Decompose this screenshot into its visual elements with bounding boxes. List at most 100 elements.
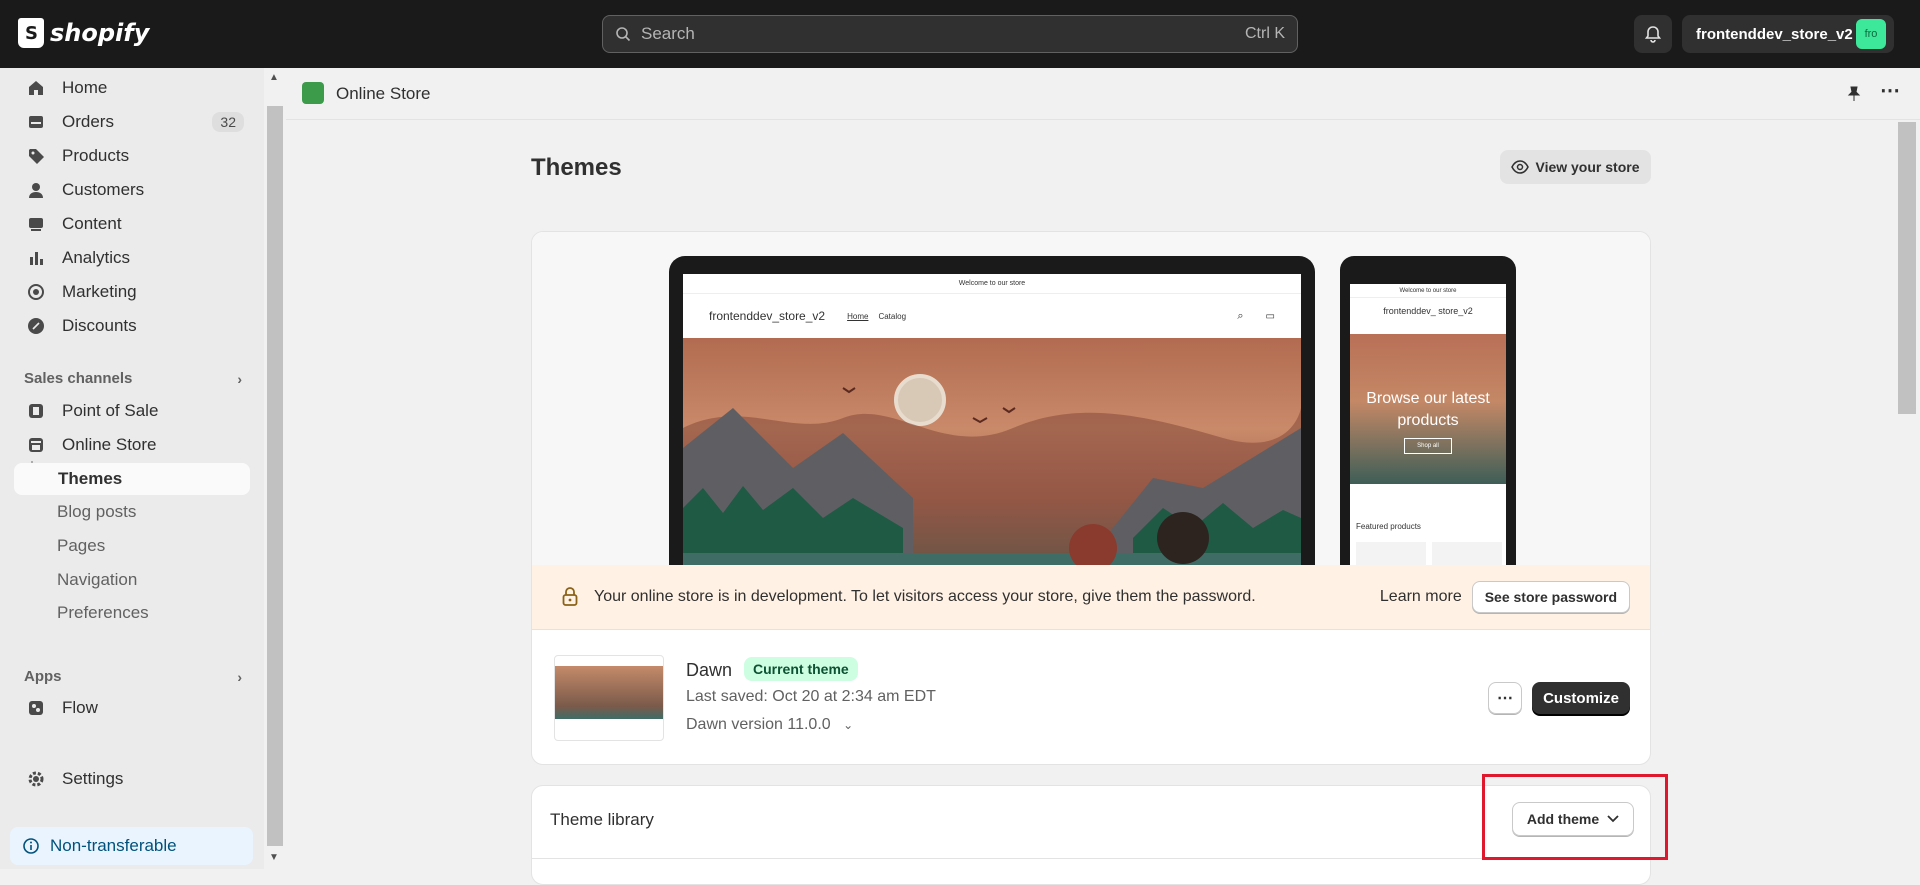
orders-icon: [26, 112, 46, 132]
sidebar-item-blog-posts[interactable]: Blog posts: [57, 502, 136, 522]
more-actions-icon[interactable]: ⋯: [1880, 78, 1900, 103]
sidebar-item-label: Products: [62, 146, 130, 165]
preview-nav-catalog: Catalog: [878, 311, 907, 321]
sidebar-item-home[interactable]: Home: [14, 72, 250, 104]
info-icon: [23, 838, 39, 854]
sidebar-item-online-store[interactable]: Online Store: [14, 429, 250, 461]
sidebar-item-analytics[interactable]: Analytics: [14, 242, 250, 274]
sidebar-item-point-of-sale[interactable]: Point of Sale: [14, 395, 250, 427]
page-title: Themes: [531, 154, 622, 181]
sidebar-item-products[interactable]: Products: [14, 140, 250, 172]
page-header-title: Online Store: [336, 84, 431, 103]
preview-product-tile: [1356, 542, 1426, 565]
highlight-box: [1482, 774, 1668, 860]
shopify-bag-icon: [18, 18, 44, 48]
preview-hero-image: [683, 338, 1301, 565]
preview-phone-announcement: Welcome to our store: [1350, 284, 1506, 298]
apps-header[interactable]: Apps ›: [24, 668, 242, 685]
sidebar-item-label: Home: [62, 78, 108, 97]
preview-product-tile: [1432, 542, 1502, 565]
chevron-down-icon: ⌄: [843, 718, 854, 732]
theme-version: Dawn version 11.0.0: [686, 716, 831, 733]
sidebar-item-marketing[interactable]: Marketing: [14, 276, 250, 308]
sidebar-item-preferences[interactable]: Preferences: [57, 603, 149, 623]
view-store-label: View your store: [1535, 159, 1640, 175]
section-label: Sales channels: [24, 370, 133, 387]
bell-icon: [1644, 26, 1662, 43]
mobile-preview: Welcome to our store frontenddev_ store_…: [1340, 256, 1516, 565]
target-icon: [26, 282, 46, 302]
preview-phone-hero: Browse our latest products Shop all: [1350, 334, 1506, 484]
sidebar-item-customers[interactable]: Customers: [14, 174, 250, 206]
theme-actions-button[interactable]: ⋯: [1488, 682, 1522, 714]
theme-last-saved: Last saved: Oct 20 at 2:34 am EDT: [686, 688, 936, 705]
search-placeholder: Search: [641, 24, 695, 43]
scroll-down-arrow-icon[interactable]: ▼: [269, 852, 279, 863]
theme-version-toggle[interactable]: Dawn version 11.0.0 ⌄: [686, 716, 853, 734]
chevron-right-icon: ›: [237, 668, 242, 685]
logo-text: shopify: [50, 19, 150, 47]
current-theme-row: Dawn Current theme Last saved: Oct 20 at…: [532, 629, 1650, 764]
view-store-button[interactable]: View your store: [1500, 150, 1651, 184]
top-bar: shopify Search Ctrl K frontenddev_store_…: [0, 0, 1920, 68]
sidebar-item-themes[interactable]: Themes: [14, 463, 250, 495]
flow-icon: [26, 698, 46, 718]
sidebar-item-orders[interactable]: Orders 32: [14, 106, 250, 138]
preview-phone-featured: Featured products: [1356, 522, 1421, 531]
sidebar-scrollbar[interactable]: ▲ ▼: [264, 68, 286, 869]
search-input[interactable]: Search Ctrl K: [602, 15, 1298, 53]
theme-library-title: Theme library: [550, 810, 654, 829]
theme-name: Dawn: [686, 660, 733, 680]
see-store-password-button[interactable]: See store password: [1471, 581, 1630, 613]
shopify-logo[interactable]: shopify: [18, 18, 149, 48]
sidebar-item-settings[interactable]: Settings: [14, 763, 250, 795]
preview-cart-icon: ▭: [1265, 310, 1275, 322]
sidebar-item-label: Point of Sale: [62, 401, 159, 420]
sidebar-item-navigation[interactable]: Navigation: [57, 570, 137, 590]
avatar: fro: [1856, 19, 1886, 49]
sidebar-item-flow[interactable]: Flow: [14, 692, 250, 724]
section-label: Apps: [24, 668, 62, 685]
development-banner: Your online store is in development. To …: [532, 565, 1650, 629]
theme-preview[interactable]: Welcome to our store frontenddev_store_v…: [532, 232, 1650, 565]
sidebar-item-discounts[interactable]: Discounts: [14, 310, 250, 342]
tag-icon: [26, 146, 46, 166]
search-icon: [616, 27, 631, 42]
preview-phone-store-name: frontenddev_ store_v2: [1383, 306, 1473, 316]
notifications-button[interactable]: [1634, 15, 1672, 53]
preview-search-icon: ⌕: [1237, 309, 1244, 322]
theme-thumbnail[interactable]: [554, 655, 664, 741]
sidebar: Home Orders 32 Products Customers Conten…: [0, 68, 264, 869]
current-theme-card: Welcome to our store frontenddev_store_v…: [531, 231, 1651, 765]
home-icon: [26, 78, 46, 98]
sales-channels-header[interactable]: Sales channels ›: [24, 370, 242, 387]
content-icon: [26, 214, 46, 234]
account-menu-button[interactable]: frontenddev_store_v2 fro: [1682, 15, 1894, 53]
bar-chart-icon: [26, 248, 46, 268]
lock-icon: [562, 587, 578, 606]
scrollbar-thumb[interactable]: [1898, 122, 1916, 414]
learn-more-link[interactable]: Learn more: [1380, 588, 1462, 606]
store-icon: [26, 435, 46, 455]
customize-button[interactable]: Customize: [1532, 682, 1630, 714]
sidebar-item-label: Analytics: [62, 248, 131, 267]
pin-icon[interactable]: [1846, 86, 1862, 102]
main-scrollbar[interactable]: [1896, 120, 1918, 869]
preview-phone-shop-all: Shop all: [1404, 438, 1452, 454]
scroll-up-arrow-icon[interactable]: ▲: [269, 72, 279, 83]
banner-message: Your online store is in development. To …: [594, 588, 1256, 605]
sidebar-item-label: Discounts: [62, 316, 137, 335]
ellipsis-icon: ⋯: [1497, 690, 1513, 707]
scrollbar-thumb[interactable]: [267, 106, 283, 846]
chevron-right-icon: ›: [237, 370, 242, 387]
sidebar-item-label: Settings: [62, 769, 124, 788]
sidebar-item-pages[interactable]: Pages: [57, 536, 105, 556]
desktop-preview: Welcome to our store frontenddev_store_v…: [669, 256, 1315, 565]
sidebar-item-label: Orders: [62, 112, 114, 131]
account-name: frontenddev_store_v2: [1696, 25, 1853, 43]
person-icon: [26, 180, 46, 200]
gear-icon: [26, 769, 46, 789]
non-transferable-banner[interactable]: Non-transferable: [10, 827, 253, 865]
sidebar-item-content[interactable]: Content: [14, 208, 250, 240]
sidebar-item-label: Online Store: [62, 435, 157, 454]
